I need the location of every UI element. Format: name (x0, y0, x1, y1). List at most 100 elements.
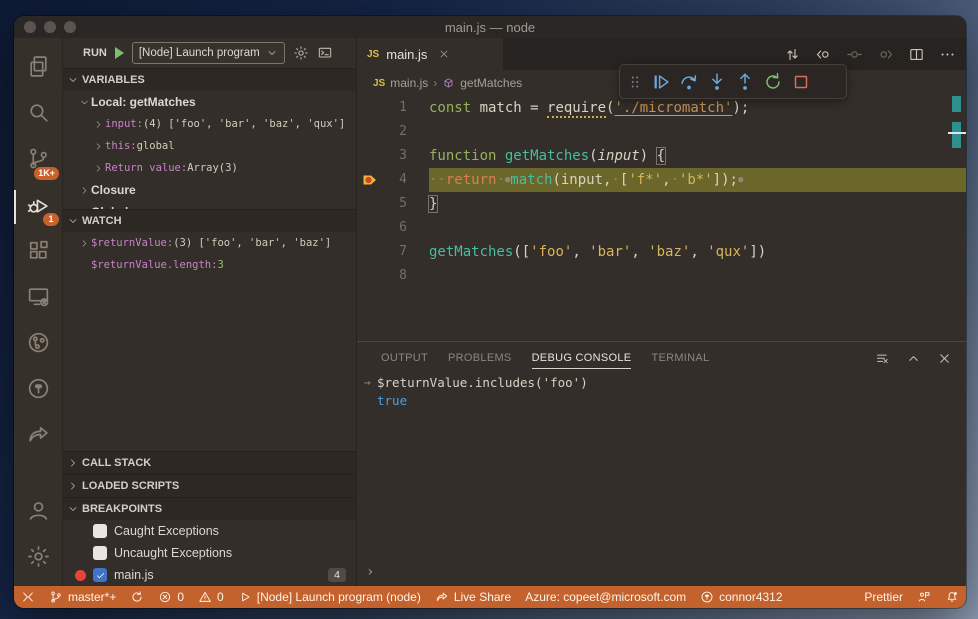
split-editor-icon[interactable] (908, 46, 925, 63)
status-remote[interactable] (14, 586, 42, 608)
continue-button[interactable] (650, 71, 672, 93)
code-line[interactable]: 4 ··return·●match(input,·['f*',·'b*']);● (357, 168, 966, 192)
variables-section-header[interactable]: VARIABLES (63, 68, 356, 91)
code-line[interactable]: 5} (357, 192, 966, 216)
code-line[interactable]: 3 function getMatches(input) { (357, 144, 966, 168)
tree-row[interactable]: this: global (63, 135, 356, 157)
stop-button[interactable] (790, 71, 812, 93)
breakpoint-row[interactable]: Uncaught Exceptions (63, 542, 356, 564)
status-notifications[interactable] (938, 586, 966, 608)
more-actions-icon[interactable] (939, 46, 956, 63)
tree-row[interactable]: Return value: Array(3) (63, 157, 356, 179)
activity-item-source-control[interactable]: 1K+ (14, 138, 62, 184)
panel-tab-debug-console[interactable]: DEBUG CONSOLE (531, 348, 632, 369)
activity-item-live-share[interactable] (14, 414, 62, 460)
status-prettier[interactable]: Prettier (857, 586, 910, 608)
code-token: = (530, 100, 548, 116)
status-debug-launch[interactable]: [Node] Launch program (node) (231, 586, 428, 608)
checkbox[interactable] (93, 568, 107, 582)
zoom-button[interactable] (64, 21, 76, 33)
chevron-down-icon (67, 503, 79, 515)
code-line[interactable]: 8 (357, 264, 966, 288)
code-token: 'foo' (530, 244, 573, 260)
code-token: · (670, 172, 679, 188)
activity-item-explorer[interactable] (14, 46, 62, 92)
code-line[interactable]: 7 getMatches(['foo', 'bar', 'baz', 'qux']… (357, 240, 966, 264)
debug-console-icon[interactable] (317, 45, 333, 61)
line-number: 8 (399, 268, 407, 283)
activity-item-accounts[interactable] (14, 490, 62, 536)
clear-console-icon[interactable] (875, 351, 890, 366)
activity-item-extensions[interactable] (14, 230, 62, 276)
breakpoints-section-header[interactable]: BREAKPOINTS (63, 497, 356, 520)
start-debug-icon[interactable] (114, 47, 124, 59)
activity-item-github[interactable] (14, 368, 62, 414)
tree-row[interactable]: Closure (63, 179, 356, 201)
status-live-share[interactable]: Live Share (428, 586, 518, 608)
status-azure-account[interactable]: Azure: copeet@microsoft.com (518, 586, 693, 608)
watch-section-header[interactable]: WATCH (63, 209, 356, 232)
tree-row[interactable]: $returnValue.length: 3 (63, 254, 356, 276)
code-editor[interactable]: 1 const match = require('./micromatch'); 2… (357, 96, 966, 341)
debug-console-prompt[interactable]: › (357, 564, 966, 586)
run-label: RUN (83, 47, 107, 59)
gutter-glyph (357, 96, 381, 120)
close-panel-icon[interactable] (937, 351, 952, 366)
tab-main-js[interactable]: JS main.js (357, 38, 503, 70)
close-button[interactable] (24, 21, 36, 33)
section-header-loaded-scripts[interactable]: LOADED SCRIPTS (63, 474, 356, 497)
section-header-call-stack[interactable]: CALL STACK (63, 451, 356, 474)
breadcrumb-file[interactable]: main.js (390, 76, 428, 90)
status-errors[interactable]: 0 (151, 586, 191, 608)
breadcrumb-symbol[interactable]: getMatches (460, 76, 522, 90)
breakpoint-current-line-icon[interactable] (357, 168, 381, 192)
close-tab-icon[interactable] (438, 48, 450, 60)
status-github-account[interactable]: connor4312 (693, 586, 789, 608)
breakpoint-row[interactable]: Caught Exceptions (63, 520, 356, 542)
panel-tab-terminal[interactable]: TERMINAL (651, 348, 709, 368)
status-feedback[interactable] (910, 586, 938, 608)
minimize-button[interactable] (44, 21, 56, 33)
step-into-button[interactable] (706, 71, 728, 93)
breakpoints-title: BREAKPOINTS (82, 503, 163, 515)
step-out-button[interactable] (734, 71, 756, 93)
code-line[interactable]: 1 const match = require('./micromatch'); (357, 96, 966, 120)
status-branch[interactable]: master*+ (42, 586, 123, 608)
breakpoint-row[interactable]: main.js 4 (63, 564, 356, 586)
checkbox[interactable] (93, 546, 107, 560)
maximize-panel-icon[interactable] (906, 351, 921, 366)
console-row: → $returnValue.includes('foo') (357, 374, 966, 392)
activity-item-run-debug[interactable]: 1 (14, 184, 62, 230)
activity-item-project-graph[interactable] (14, 322, 62, 368)
chevron-right-icon (77, 185, 91, 196)
launch-config-select[interactable]: [Node] Launch program (131, 42, 285, 64)
drag-grip-icon[interactable] (626, 73, 644, 91)
files-icon (26, 54, 51, 84)
current-change-icon[interactable] (846, 46, 863, 63)
activity-item-search[interactable] (14, 92, 62, 138)
tree-row[interactable]: Global (63, 201, 356, 209)
code-line[interactable]: 6 (357, 216, 966, 240)
next-change-icon[interactable] (877, 46, 894, 63)
activity-bar: 1K+ 1 (14, 38, 63, 586)
tree-row[interactable]: $returnValue: (3) ['foo', 'bar', 'baz'] (63, 232, 356, 254)
status-sync[interactable] (123, 586, 151, 608)
previous-change-icon[interactable] (815, 46, 832, 63)
checkbox[interactable] (93, 524, 107, 538)
tree-row[interactable]: input: (4) ['foo', 'bar', 'baz', 'qux'] (63, 113, 356, 135)
gear-icon[interactable] (293, 45, 309, 61)
code-line[interactable]: 2 (357, 120, 966, 144)
js-file-icon: JS (373, 77, 386, 89)
panel-tab-problems[interactable]: PROBLEMS (448, 348, 512, 368)
activity-item-settings[interactable] (14, 536, 62, 582)
panel-tab-output[interactable]: OUTPUT (381, 348, 428, 368)
tree-row[interactable]: Local: getMatches (63, 91, 356, 113)
status-bar: master*+ 0 0 [Node] Launch program (node) Li… (14, 586, 966, 608)
activity-item-remote-explorer[interactable] (14, 276, 62, 322)
open-changes-icon[interactable] (784, 46, 801, 63)
code-token: 'qux' (707, 244, 750, 260)
step-over-button[interactable] (678, 71, 700, 93)
debug-sidebar: RUN [Node] Launch program VARIABLES Loca… (63, 38, 357, 586)
status-warnings[interactable]: 0 (191, 586, 231, 608)
restart-button[interactable] (762, 71, 784, 93)
